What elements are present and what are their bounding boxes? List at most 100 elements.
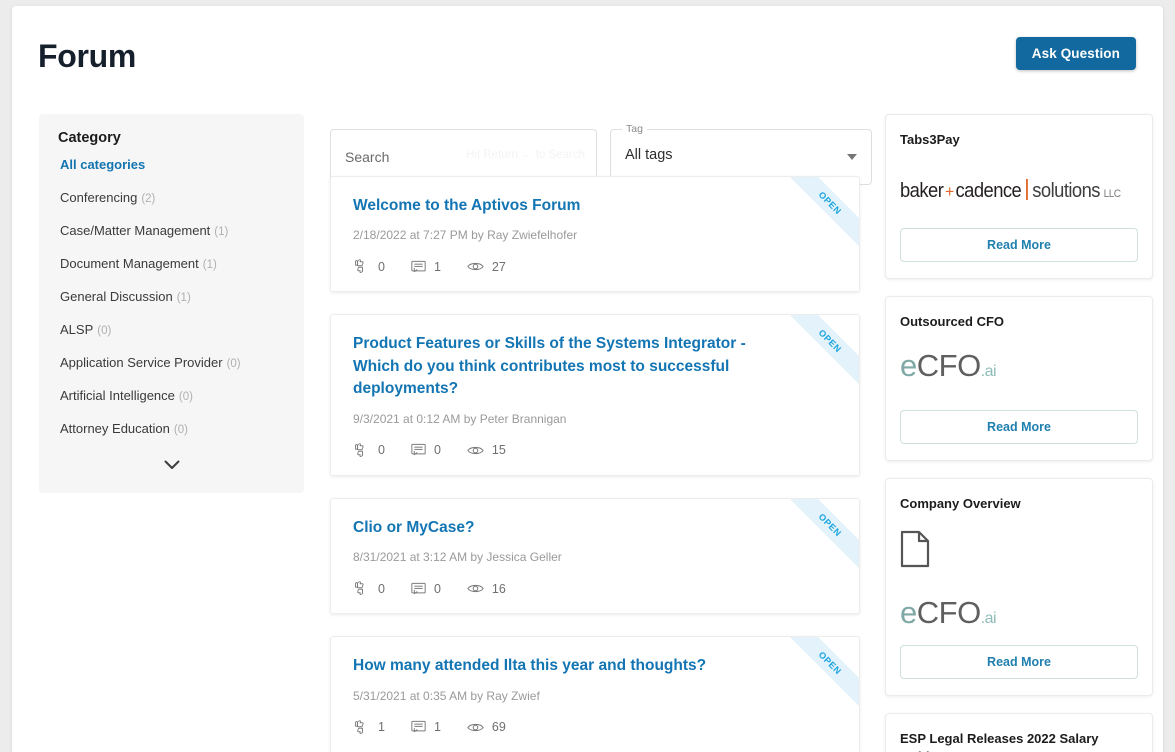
ad-title: ESP Legal Releases 2022 Salary Guide: [900, 730, 1099, 752]
sidebar-item-document-management[interactable]: Document Management (1): [39, 247, 304, 280]
vote-stat[interactable]: 1: [353, 719, 385, 736]
document-icon: [900, 530, 930, 567]
ad-card: Company Overview e CFO .ai Read More: [885, 477, 1153, 696]
ecfo-ai-logo: e CFO .ai: [900, 595, 1138, 631]
ad-card: Tabs3Pay baker + cadence solutions LLC Read Mo…: [885, 114, 1153, 279]
post-stats: 1 1 69: [353, 719, 837, 736]
ad-card: ESP Legal Releases 2022 Salary Guide: [885, 712, 1153, 752]
sidebar-item-count: (1): [176, 292, 191, 304]
post-card[interactable]: OPEN Clio or MyCase? 8/31/2021 at 3:12 AM …: [330, 497, 860, 615]
status-badge: OPEN: [785, 315, 859, 390]
comment-stat[interactable]: 0: [411, 582, 441, 596]
sidebar-item-application-service-provider[interactable]: Application Service Provider (0): [39, 346, 304, 379]
sidebar-item-attorney-education[interactable]: Attorney Education (0): [39, 412, 304, 445]
post-title[interactable]: Clio or MyCase?: [353, 517, 767, 539]
view-stat-count: 16: [491, 581, 506, 596]
vote-icon: [355, 581, 364, 596]
comment-stat[interactable]: 0: [411, 443, 441, 457]
ad-logo: baker + cadence solutions LLC: [900, 166, 1138, 214]
sidebar-item-alsp[interactable]: ALSP (0): [39, 313, 304, 346]
sidebar-item-label: Attorney Education: [60, 421, 170, 436]
post-meta: 8/31/2021 at 3:12 AM by Jessica Geller: [353, 550, 562, 565]
ad-logo: e CFO .ai: [900, 530, 1138, 631]
category-list: All categories Conferencing (2) Case/Matter…: [39, 148, 304, 445]
view-stat[interactable]: 27: [467, 260, 506, 274]
comment-icon: [411, 721, 426, 733]
read-more-button[interactable]: Read More: [900, 644, 1138, 679]
comment-stat[interactable]: 1: [411, 260, 441, 274]
logo-ai-text: .ai: [980, 609, 997, 627]
logo-baker-text: baker: [900, 180, 944, 203]
sidebar-item-general-discussion[interactable]: General Discussion (1): [39, 280, 304, 313]
post-meta: 5/31/2021 at 0:35 AM by Ray Zwief: [353, 688, 540, 703]
ad-logo: e CFO .ai: [900, 348, 1138, 396]
sidebar-item-count: (1): [202, 259, 217, 271]
vote-stat-count: 0: [378, 443, 385, 458]
logo-divider: [1025, 179, 1028, 201]
page-header: Forum Ask Question: [12, 6, 1163, 104]
category-heading: Category: [58, 130, 121, 146]
vote-icon: [355, 720, 364, 734]
sidebar-item-label: Case/Matter Management: [60, 223, 211, 238]
sidebar-item-artificial-intelligence[interactable]: Artificial Intelligence (0): [39, 379, 304, 412]
sidebar-item-label: Artificial Intelligence: [60, 388, 175, 403]
sidebar-item-conferencing[interactable]: Conferencing (2): [39, 181, 304, 214]
view-stat-count: 27: [491, 259, 506, 274]
vote-icon: [355, 443, 364, 457]
ads-sidebar: Tabs3Pay baker + cadence solutions LLC Read Mo…: [885, 114, 1153, 752]
post-card[interactable]: OPEN How many attended Ilta this year and…: [330, 636, 860, 752]
sidebar-item-label: Document Management: [60, 256, 199, 271]
post-card[interactable]: OPEN Welcome to the Aptivos Forum 2/18/202…: [330, 176, 860, 293]
status-ribbon: OPEN: [785, 315, 859, 390]
view-stat-count: 69: [491, 720, 506, 735]
view-stat[interactable]: 15: [467, 443, 506, 457]
comment-stat-count: 0: [433, 581, 441, 596]
post-card[interactable]: OPEN Product Features or Skills of the Sy…: [330, 314, 860, 476]
post-title[interactable]: How many attended Ilta this year and tho…: [353, 655, 767, 677]
vote-icon: [355, 259, 364, 274]
eye-icon: [467, 585, 484, 593]
view-stat[interactable]: 69: [467, 720, 506, 734]
read-more-button[interactable]: Read More: [900, 409, 1138, 444]
post-meta: 9/3/2021 at 0:12 AM by Peter Brannigan: [353, 411, 567, 426]
document-icon-wrap: [900, 530, 1138, 573]
sidebar-item-count: (0): [173, 424, 188, 436]
view-stat[interactable]: 16: [467, 582, 506, 596]
baker-cadence-logo: baker + cadence solutions LLC: [900, 176, 1121, 203]
eye-icon: [467, 263, 484, 271]
sidebar-item-label: Application Service Provider: [60, 355, 223, 370]
vote-stat[interactable]: 0: [353, 258, 385, 275]
ecfo-ai-logo: e CFO .ai: [900, 348, 1138, 384]
sidebar-item-count: (0): [97, 325, 112, 337]
sidebar-item-count: (1): [214, 226, 229, 238]
comment-stat-count: 1: [433, 720, 441, 735]
posts-column: Hit Return ← to Search Tag All tags OPEN…: [317, 114, 873, 752]
category-expand-button[interactable]: [39, 445, 304, 477]
post-stats: 0 1 27: [353, 258, 837, 275]
ad-title: Tabs3Pay: [900, 132, 960, 147]
eye-icon: [467, 723, 484, 731]
vote-stat-count: 0: [378, 259, 385, 274]
post-title[interactable]: Product Features or Skills of the System…: [353, 333, 767, 400]
sidebar-item-all-categories[interactable]: All categories: [39, 148, 304, 181]
read-more-button[interactable]: Read More: [900, 227, 1138, 262]
vote-stat[interactable]: 0: [353, 580, 385, 597]
comment-stat[interactable]: 1: [411, 720, 441, 734]
chevron-down-icon[interactable]: [847, 154, 857, 160]
sidebar-item-case-matter-management[interactable]: Case/Matter Management (1): [39, 214, 304, 247]
page-content: Category All categories Conferencing (2) Ca…: [12, 104, 1163, 752]
ad-title: Company Overview: [900, 495, 1021, 511]
logo-e-text: e: [900, 594, 917, 630]
post-title[interactable]: Welcome to the Aptivos Forum: [353, 195, 767, 217]
comment-stat-count: 1: [433, 259, 441, 274]
view-stat-count: 15: [491, 443, 506, 458]
page-title: Forum: [38, 38, 137, 74]
vote-stat[interactable]: 0: [353, 442, 385, 459]
ask-question-button[interactable]: Ask Question: [1015, 37, 1136, 70]
sidebar-item-count: (0): [226, 358, 241, 370]
filter-row: Hit Return ← to Search Tag All tags: [317, 114, 873, 185]
vote-stat-count: 1: [378, 720, 385, 735]
sidebar-item-count: (0): [178, 391, 193, 403]
sidebar-item-label: All categories: [60, 157, 146, 172]
sidebar-item-count: (2): [141, 193, 156, 205]
